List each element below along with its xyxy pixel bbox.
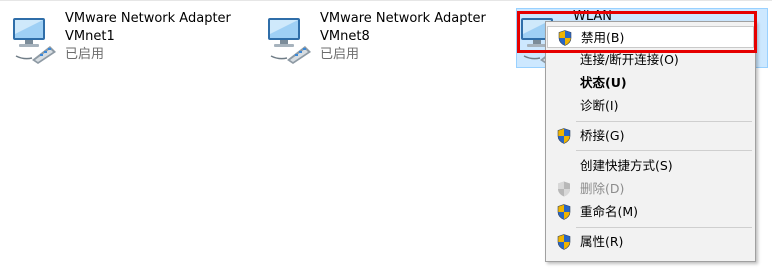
- uac-shield-icon: [557, 204, 571, 220]
- context-menu: 禁用(B) 连接/断开连接(O) 状态(U) 诊断(I) 桥接(G) 创建快捷方…: [545, 21, 756, 262]
- menu-separator: [576, 121, 752, 122]
- menu-item-label: 状态(U): [580, 75, 627, 90]
- top-border: [0, 0, 772, 1]
- menu-item-bridge[interactable]: 桥接(G): [547, 125, 754, 147]
- menu-item-label: 桥接(G): [580, 128, 625, 143]
- menu-item-label: 删除(D): [580, 181, 625, 196]
- network-adapter-icon: [10, 12, 58, 64]
- network-adapter-icon: [265, 12, 313, 64]
- menu-item-rename[interactable]: 重命名(M): [547, 201, 754, 223]
- adapter-status: 已启用: [320, 47, 360, 62]
- menu-separator: [576, 150, 752, 151]
- uac-shield-icon: [557, 181, 571, 197]
- adapter-text: VMware Network Adapter VMnet8 已启用: [320, 10, 486, 64]
- menu-item-create-shortcut[interactable]: 创建快捷方式(S): [547, 155, 754, 177]
- menu-item-diagnose[interactable]: 诊断(I): [547, 95, 754, 117]
- annotation-highlight-box: [517, 11, 757, 53]
- adapter-text: VMware Network Adapter VMnet1 已启用: [65, 10, 231, 64]
- menu-item-properties[interactable]: 属性(R): [547, 231, 754, 253]
- adapter-device: VMnet8: [320, 29, 370, 44]
- menu-item-label: 属性(R): [580, 234, 624, 249]
- adapter-vmnet1[interactable]: VMware Network Adapter VMnet1 已启用: [10, 8, 250, 68]
- menu-item-label: 重命名(M): [580, 204, 639, 219]
- menu-item-status[interactable]: 状态(U): [547, 72, 754, 94]
- menu-item-label: 创建快捷方式(S): [580, 158, 673, 173]
- menu-item-label: 连接/断开连接(O): [580, 52, 679, 67]
- menu-item-label: 诊断(I): [580, 98, 619, 113]
- adapter-device: VMnet1: [65, 29, 115, 44]
- adapter-vmnet8[interactable]: VMware Network Adapter VMnet8 已启用: [265, 8, 505, 68]
- menu-item-delete: 删除(D): [547, 178, 754, 200]
- adapter-name: VMware Network Adapter: [320, 11, 486, 26]
- uac-shield-icon: [557, 128, 571, 144]
- adapter-status: 已启用: [65, 47, 105, 62]
- adapter-name: VMware Network Adapter: [65, 11, 231, 26]
- menu-separator: [576, 227, 752, 228]
- uac-shield-icon: [557, 234, 571, 250]
